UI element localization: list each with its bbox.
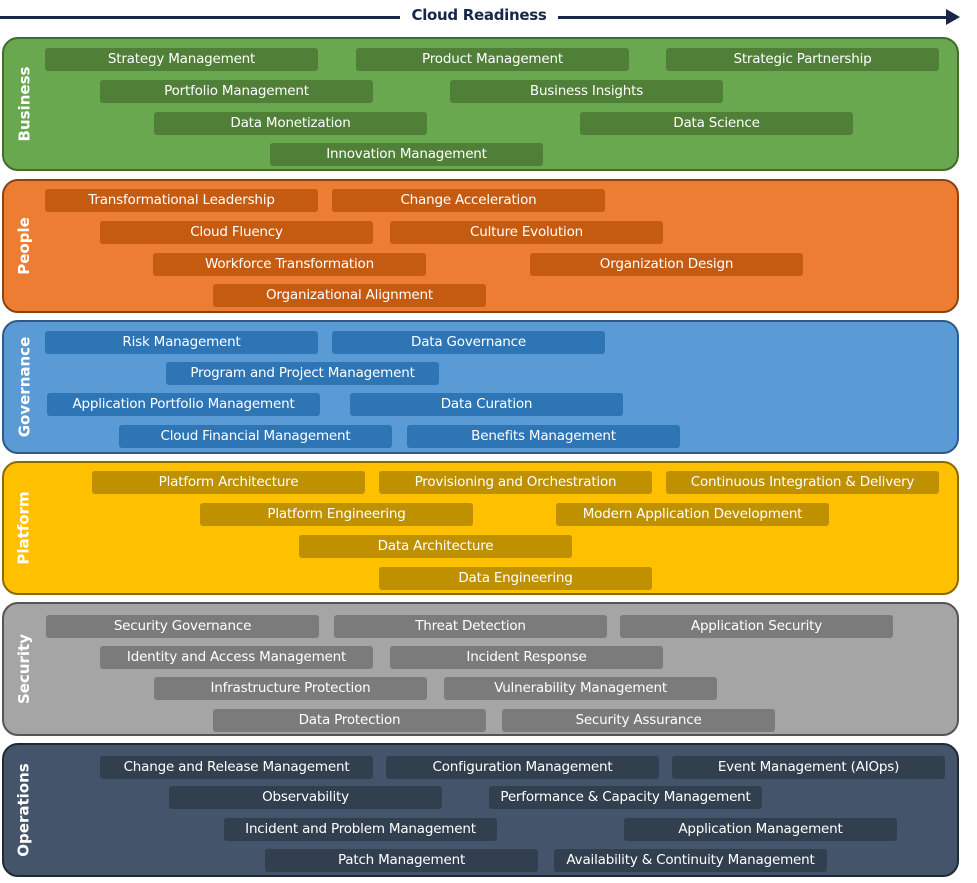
capability-threat-detection[interactable]: Threat Detection: [334, 615, 607, 638]
capability-organizational-alignment[interactable]: Organizational Alignment: [213, 284, 486, 307]
band-label-business: Business: [4, 39, 44, 169]
capability-program-and-project-management[interactable]: Program and Project Management: [166, 362, 439, 385]
readiness-axis-line-left: [0, 16, 400, 19]
capability-data-engineering[interactable]: Data Engineering: [379, 567, 652, 590]
capability-provisioning-and-orchestration[interactable]: Provisioning and Orchestration: [379, 471, 652, 494]
capability-data-governance[interactable]: Data Governance: [332, 331, 605, 354]
capability-culture-evolution[interactable]: Culture Evolution: [390, 221, 663, 244]
capability-platform-engineering[interactable]: Platform Engineering: [200, 503, 473, 526]
band-label-platform: Platform: [4, 463, 44, 593]
capability-cloud-fluency[interactable]: Cloud Fluency: [100, 221, 373, 244]
band-label-text: Governance: [15, 336, 34, 438]
band-label-governance: Governance: [4, 322, 44, 452]
capability-benefits-management[interactable]: Benefits Management: [407, 425, 680, 448]
capability-workforce-transformation[interactable]: Workforce Transformation: [153, 253, 426, 276]
band-label-text: People: [15, 217, 33, 275]
capability-data-monetization[interactable]: Data Monetization: [154, 112, 427, 135]
capability-application-management[interactable]: Application Management: [624, 818, 897, 841]
arrow-right-icon: [946, 9, 960, 25]
capability-modern-application-development[interactable]: Modern Application Development: [556, 503, 829, 526]
capability-configuration-management[interactable]: Configuration Management: [386, 756, 659, 779]
capability-product-management[interactable]: Product Management: [356, 48, 629, 71]
capability-security-assurance[interactable]: Security Assurance: [502, 709, 775, 732]
capability-portfolio-management[interactable]: Portfolio Management: [100, 80, 373, 103]
capability-change-and-release-management[interactable]: Change and Release Management: [100, 756, 373, 779]
capability-platform-architecture[interactable]: Platform Architecture: [92, 471, 365, 494]
capability-infrastructure-protection[interactable]: Infrastructure Protection: [154, 677, 427, 700]
capability-strategy-management[interactable]: Strategy Management: [45, 48, 318, 71]
capability-application-security[interactable]: Application Security: [620, 615, 893, 638]
capability-observability[interactable]: Observability: [169, 786, 442, 809]
band-label-operations: Operations: [4, 745, 44, 875]
capability-availability-continuity-management[interactable]: Availability & Continuity Management: [554, 849, 827, 872]
cloud-readiness-title: Cloud Readiness: [411, 6, 547, 24]
capability-business-insights[interactable]: Business Insights: [450, 80, 723, 103]
capability-vulnerability-management[interactable]: Vulnerability Management: [444, 677, 717, 700]
capability-data-curation[interactable]: Data Curation: [350, 393, 623, 416]
cloud-readiness-header: Cloud Readiness: [0, 0, 977, 34]
band-label-text: Business: [15, 66, 34, 142]
capability-organization-design[interactable]: Organization Design: [530, 253, 803, 276]
capability-data-architecture[interactable]: Data Architecture: [299, 535, 572, 558]
capability-strategic-partnership[interactable]: Strategic Partnership: [666, 48, 939, 71]
capability-security-governance[interactable]: Security Governance: [46, 615, 319, 638]
capability-event-management-aiops[interactable]: Event Management (AIOps): [672, 756, 945, 779]
band-label-text: Operations: [15, 763, 33, 857]
capability-application-portfolio-management[interactable]: Application Portfolio Management: [47, 393, 320, 416]
capability-change-acceleration[interactable]: Change Acceleration: [332, 189, 605, 212]
capability-transformational-leadership[interactable]: Transformational Leadership: [45, 189, 318, 212]
capability-continuous-integration-delivery[interactable]: Continuous Integration & Delivery: [666, 471, 939, 494]
capability-data-protection[interactable]: Data Protection: [213, 709, 486, 732]
band-label-security: Security: [4, 604, 44, 734]
capability-innovation-management[interactable]: Innovation Management: [270, 143, 543, 166]
readiness-axis-line-right: [558, 16, 950, 19]
capability-incident-response[interactable]: Incident Response: [390, 646, 663, 669]
band-label-people: People: [4, 181, 44, 311]
capability-performance-capacity-management[interactable]: Performance & Capacity Management: [489, 786, 762, 809]
capability-cloud-financial-management[interactable]: Cloud Financial Management: [119, 425, 392, 448]
band-label-text: Security: [15, 633, 34, 705]
capability-identity-and-access-management[interactable]: Identity and Access Management: [100, 646, 373, 669]
capability-patch-management[interactable]: Patch Management: [265, 849, 538, 872]
capability-data-science[interactable]: Data Science: [580, 112, 853, 135]
band-label-text: Platform: [15, 491, 34, 565]
capability-risk-management[interactable]: Risk Management: [45, 331, 318, 354]
capability-incident-and-problem-management[interactable]: Incident and Problem Management: [224, 818, 497, 841]
